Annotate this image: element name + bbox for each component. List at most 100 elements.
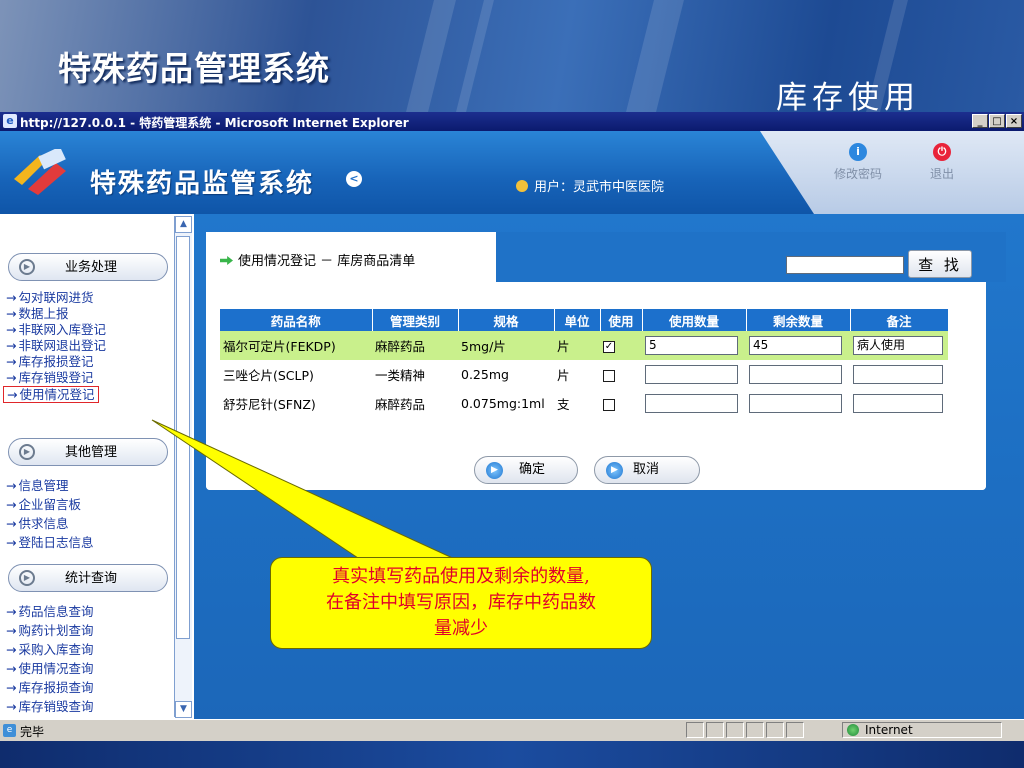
browser-title: http://127.0.0.1 - 特药管理系统 - Microsoft In…: [20, 116, 409, 130]
drug-spec: 0.075mg:1ml: [461, 396, 545, 411]
status-pane: [726, 722, 744, 738]
column-header: 药品名称: [220, 309, 373, 331]
arrow-right-icon: →: [6, 699, 17, 714]
expand-icon: ▶: [19, 259, 35, 275]
drug-unit: 支: [557, 397, 570, 412]
arrow-right-icon: →: [6, 306, 17, 321]
arrow-right-icon: →: [6, 516, 17, 531]
user-name: 灵武市中医医院: [573, 180, 665, 195]
sidebar-scrollbar[interactable]: ▲ ▼: [174, 216, 192, 718]
change-password-button[interactable]: i 修改密码: [834, 143, 882, 182]
arrow-right-icon: →: [6, 370, 17, 385]
page-title: 使用情况登记 － 库房商品清单: [220, 250, 415, 269]
sidebar: ▶ 业务处理 → 勾对联网进货 → 数据上报 → 非联网入库登记 → 非联网退出登记 →…: [0, 214, 194, 719]
slide-subtitle: 库存使用: [776, 80, 920, 116]
app-name: 特殊药品监管系统: [90, 169, 315, 199]
remain-quantity-input[interactable]: [749, 365, 842, 384]
scroll-down-icon[interactable]: ▼: [175, 701, 192, 718]
note-input[interactable]: [853, 394, 943, 413]
arrow-right-icon: →: [6, 478, 17, 493]
sidebar-item-offline-inbound[interactable]: → 非联网入库登记: [6, 322, 106, 337]
sidebar-item-loss-query[interactable]: → 库存报损查询: [6, 680, 94, 695]
sidebar-item-drug-query[interactable]: → 药品信息查询: [6, 604, 94, 619]
drug-category: 一类精神: [375, 368, 426, 383]
note-input[interactable]: 病人使用: [853, 336, 943, 355]
column-header: 剩余数量: [746, 309, 851, 331]
remain-quantity-input[interactable]: 45: [749, 336, 842, 355]
arrow-right-icon: →: [6, 497, 17, 512]
use-checkbox[interactable]: [603, 369, 615, 382]
search-button[interactable]: 查 找: [908, 250, 972, 278]
sidebar-item-data-report[interactable]: → 数据上报: [6, 306, 69, 321]
sidebar-item-destroy-query[interactable]: → 库存销毁查询: [6, 699, 94, 714]
sidebar-item-usage-query[interactable]: → 使用情况查询: [6, 661, 94, 676]
note-input[interactable]: [853, 365, 943, 384]
user-icon: [516, 180, 528, 192]
section-statistics[interactable]: ▶ 统计查询: [8, 564, 168, 592]
status-pane: [686, 722, 704, 738]
remain-quantity-input[interactable]: [749, 394, 842, 413]
arrow-right-icon: →: [6, 338, 17, 353]
column-header: 备注: [850, 309, 949, 331]
arrow-right-icon: →: [6, 535, 17, 550]
column-header: 管理类别: [372, 309, 459, 331]
arrow-right-icon: →: [6, 623, 17, 638]
sidebar-item-stock-loss[interactable]: → 库存报损登记: [6, 354, 94, 369]
arrow-right-icon: →: [6, 290, 17, 305]
drug-unit: 片: [557, 368, 570, 383]
table-row: 福尔可定片(FEKDP) 麻醉药品 5mg/片 片 ✓ 5 45 病人使用: [220, 331, 948, 360]
status-text: 完毕: [20, 725, 45, 739]
collapse-icon[interactable]: <: [346, 171, 362, 187]
ie-icon: e: [3, 114, 17, 128]
section-business[interactable]: ▶ 业务处理: [8, 253, 168, 281]
sidebar-item-info-management[interactable]: → 信息管理: [6, 478, 69, 493]
search-input[interactable]: [786, 256, 904, 274]
annotation-callout: 真实填写药品使用及剩余的数量, 在备注中填写原因，库存中药品数 量减少: [270, 557, 652, 649]
sidebar-item-offline-return[interactable]: → 非联网退出登记: [6, 338, 106, 353]
section-other[interactable]: ▶ 其他管理: [8, 438, 168, 466]
arrow-right-icon: ▶: [486, 462, 503, 479]
sidebar-item-check-network-purchase[interactable]: → 勾对联网进货: [6, 290, 94, 305]
sidebar-item-login-log[interactable]: → 登陆日志信息: [6, 535, 94, 550]
user-info: 用户：灵武市中医医院: [516, 176, 664, 195]
browser-titlebar: e http://127.0.0.1 - 特药管理系统 - Microsoft …: [0, 112, 1024, 131]
sidebar-item-message-board[interactable]: → 企业留言板: [6, 497, 81, 512]
use-quantity-input[interactable]: 5: [645, 336, 738, 355]
sidebar-item-supply-info[interactable]: → 供求信息: [6, 516, 69, 531]
sidebar-item-stock-destroy[interactable]: → 库存销毁登记: [6, 370, 94, 385]
use-checkbox[interactable]: ✓: [603, 340, 615, 353]
slide-footer: [0, 741, 1024, 768]
expand-icon: ▶: [19, 444, 35, 460]
column-header: 规格: [458, 309, 555, 331]
scrollbar-thumb[interactable]: [176, 236, 190, 639]
use-checkbox[interactable]: [603, 398, 615, 411]
confirm-button[interactable]: ▶ 确定: [474, 456, 578, 484]
drug-category: 麻醉药品: [375, 397, 426, 412]
arrow-right-icon: →: [6, 661, 17, 676]
maximize-button[interactable]: □: [989, 114, 1005, 128]
use-quantity-input[interactable]: [645, 394, 738, 413]
status-bar: e 完毕 Internet: [0, 719, 1024, 742]
arrow-right-icon: →: [6, 642, 17, 657]
use-quantity-input[interactable]: [645, 365, 738, 384]
minimize-button[interactable]: _: [972, 114, 988, 128]
sidebar-item-usage-register[interactable]: → 使用情况登记: [3, 386, 99, 403]
drug-unit: 片: [554, 331, 600, 360]
expand-icon: ▶: [19, 570, 35, 586]
column-header: 使用数量: [642, 309, 747, 331]
status-pane: [766, 722, 784, 738]
arrow-right-icon: ▶: [606, 462, 623, 479]
scroll-up-icon[interactable]: ▲: [175, 216, 192, 233]
arrow-right-icon: →: [6, 354, 17, 369]
close-button[interactable]: ×: [1006, 114, 1022, 128]
cancel-button[interactable]: ▶ 取消: [594, 456, 700, 484]
drug-table: 药品名称 管理类别 规格 单位 使用 使用数量 剩余数量 备注 福尔可定片(FE…: [220, 309, 949, 418]
drug-spec: 0.25mg: [461, 367, 509, 382]
logout-button[interactable]: ⏻ 退出: [930, 143, 954, 182]
table-header-row: 药品名称 管理类别 规格 单位 使用 使用数量 剩余数量 备注: [220, 309, 949, 331]
sidebar-item-purchase-inbound-query[interactable]: → 采购入库查询: [6, 642, 94, 657]
column-header: 使用: [600, 309, 643, 331]
table-row: 舒芬尼针(SFNZ) 麻醉药品 0.075mg:1ml 支: [220, 389, 948, 418]
sidebar-item-purchase-plan-query[interactable]: → 购药计划查询: [6, 623, 94, 638]
arrow-right-icon: →: [6, 322, 17, 337]
